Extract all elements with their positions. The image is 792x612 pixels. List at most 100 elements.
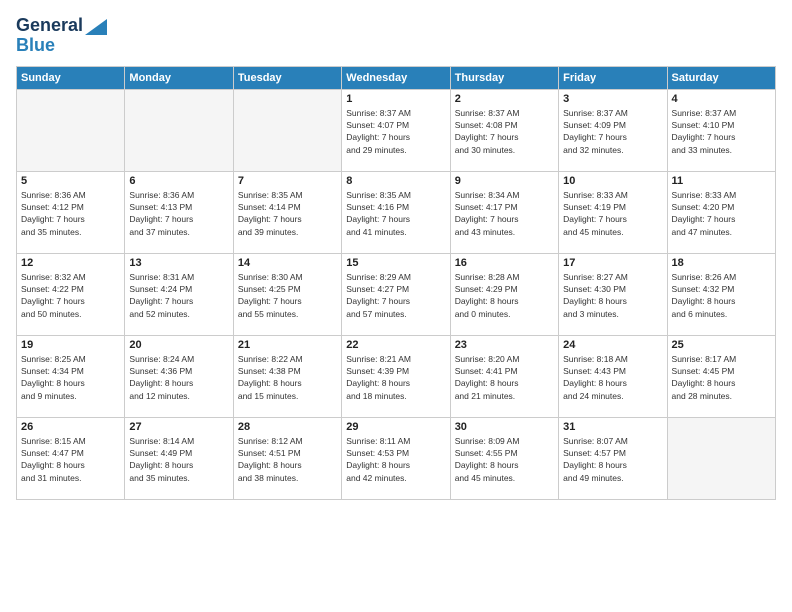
calendar-cell — [125, 89, 233, 171]
day-info: Sunrise: 8:26 AM Sunset: 4:32 PM Dayligh… — [672, 271, 771, 320]
day-number: 9 — [455, 175, 554, 187]
calendar-cell: 24 Sunrise: 8:18 AM Sunset: 4:43 PM Dayli… — [559, 335, 667, 417]
calendar-cell: 15 Sunrise: 8:29 AM Sunset: 4:27 PM Dayli… — [342, 253, 450, 335]
day-info: Sunrise: 8:37 AM Sunset: 4:08 PM Dayligh… — [455, 107, 554, 156]
calendar-cell: 1 Sunrise: 8:37 AM Sunset: 4:07 PM Daylig… — [342, 89, 450, 171]
calendar-cell: 26 Sunrise: 8:15 AM Sunset: 4:47 PM Dayli… — [17, 417, 125, 499]
day-info: Sunrise: 8:36 AM Sunset: 4:12 PM Dayligh… — [21, 189, 120, 238]
calendar-cell: 17 Sunrise: 8:27 AM Sunset: 4:30 PM Dayli… — [559, 253, 667, 335]
calendar-cell: 23 Sunrise: 8:20 AM Sunset: 4:41 PM Dayli… — [450, 335, 558, 417]
day-number: 15 — [346, 257, 445, 269]
calendar-week-row: 12 Sunrise: 8:32 AM Sunset: 4:22 PM Dayli… — [17, 253, 776, 335]
day-info: Sunrise: 8:07 AM Sunset: 4:57 PM Dayligh… — [563, 435, 662, 484]
calendar-cell: 2Sunrise: 8:37 AM Sunset: 4:08 PM Daylig… — [450, 89, 558, 171]
day-info: Sunrise: 8:30 AM Sunset: 4:25 PM Dayligh… — [238, 271, 337, 320]
day-number: 31 — [563, 421, 662, 433]
calendar-cell: 16 Sunrise: 8:28 AM Sunset: 4:29 PM Dayli… — [450, 253, 558, 335]
day-info: Sunrise: 8:25 AM Sunset: 4:34 PM Dayligh… — [21, 353, 120, 402]
day-number: 27 — [129, 421, 228, 433]
day-info: Sunrise: 8:32 AM Sunset: 4:22 PM Dayligh… — [21, 271, 120, 320]
logo: General Blue — [16, 16, 107, 56]
calendar-cell: 30 Sunrise: 8:09 AM Sunset: 4:55 PM Dayli… — [450, 417, 558, 499]
calendar-cell: 13Sunrise: 8:31 AM Sunset: 4:24 PM Dayli… — [125, 253, 233, 335]
calendar-cell: 20Sunrise: 8:24 AM Sunset: 4:36 PM Dayli… — [125, 335, 233, 417]
weekday-header-friday: Friday — [559, 66, 667, 89]
day-info: Sunrise: 8:18 AM Sunset: 4:43 PM Dayligh… — [563, 353, 662, 402]
calendar-cell — [667, 417, 775, 499]
calendar-cell: 11 Sunrise: 8:33 AM Sunset: 4:20 PM Dayli… — [667, 171, 775, 253]
logo-general: General — [16, 16, 83, 36]
page: General Blue SundayMondayTuesdayWednesda… — [0, 0, 792, 612]
day-number: 10 — [563, 175, 662, 187]
day-info: Sunrise: 8:35 AM Sunset: 4:14 PM Dayligh… — [238, 189, 337, 238]
day-info: Sunrise: 8:37 AM Sunset: 4:07 PM Dayligh… — [346, 107, 445, 156]
day-number: 6 — [129, 175, 228, 187]
day-info: Sunrise: 8:33 AM Sunset: 4:20 PM Dayligh… — [672, 189, 771, 238]
day-number: 4 — [672, 93, 771, 105]
calendar-cell: 29Sunrise: 8:11 AM Sunset: 4:53 PM Dayli… — [342, 417, 450, 499]
day-info: Sunrise: 8:29 AM Sunset: 4:27 PM Dayligh… — [346, 271, 445, 320]
day-number: 23 — [455, 339, 554, 351]
calendar-cell: 4Sunrise: 8:37 AM Sunset: 4:10 PM Daylig… — [667, 89, 775, 171]
calendar-cell: 7Sunrise: 8:35 AM Sunset: 4:14 PM Daylig… — [233, 171, 341, 253]
calendar-cell: 18 Sunrise: 8:26 AM Sunset: 4:32 PM Dayli… — [667, 253, 775, 335]
logo-arrow-icon — [85, 19, 107, 35]
day-info: Sunrise: 8:27 AM Sunset: 4:30 PM Dayligh… — [563, 271, 662, 320]
calendar-cell: 8 Sunrise: 8:35 AM Sunset: 4:16 PM Daylig… — [342, 171, 450, 253]
calendar-week-row: 19 Sunrise: 8:25 AM Sunset: 4:34 PM Dayli… — [17, 335, 776, 417]
day-number: 5 — [21, 175, 120, 187]
day-info: Sunrise: 8:31 AM Sunset: 4:24 PM Dayligh… — [129, 271, 228, 320]
day-info: Sunrise: 8:28 AM Sunset: 4:29 PM Dayligh… — [455, 271, 554, 320]
day-number: 17 — [563, 257, 662, 269]
calendar-cell — [233, 89, 341, 171]
calendar-week-row: 5 Sunrise: 8:36 AM Sunset: 4:12 PM Daylig… — [17, 171, 776, 253]
weekday-header-wednesday: Wednesday — [342, 66, 450, 89]
calendar-cell: 3Sunrise: 8:37 AM Sunset: 4:09 PM Daylig… — [559, 89, 667, 171]
weekday-header-thursday: Thursday — [450, 66, 558, 89]
day-info: Sunrise: 8:20 AM Sunset: 4:41 PM Dayligh… — [455, 353, 554, 402]
day-number: 25 — [672, 339, 771, 351]
day-number: 30 — [455, 421, 554, 433]
day-info: Sunrise: 8:14 AM Sunset: 4:49 PM Dayligh… — [129, 435, 228, 484]
day-number: 14 — [238, 257, 337, 269]
day-number: 24 — [563, 339, 662, 351]
day-number: 28 — [238, 421, 337, 433]
day-info: Sunrise: 8:15 AM Sunset: 4:47 PM Dayligh… — [21, 435, 120, 484]
day-number: 22 — [346, 339, 445, 351]
weekday-header-monday: Monday — [125, 66, 233, 89]
calendar-cell: 19 Sunrise: 8:25 AM Sunset: 4:34 PM Dayli… — [17, 335, 125, 417]
day-number: 1 — [346, 93, 445, 105]
calendar-cell — [17, 89, 125, 171]
weekday-header-saturday: Saturday — [667, 66, 775, 89]
header: General Blue — [16, 16, 776, 56]
day-number: 12 — [21, 257, 120, 269]
day-number: 19 — [21, 339, 120, 351]
calendar-week-row: 26 Sunrise: 8:15 AM Sunset: 4:47 PM Dayli… — [17, 417, 776, 499]
calendar-cell: 21Sunrise: 8:22 AM Sunset: 4:38 PM Dayli… — [233, 335, 341, 417]
weekday-header-row: SundayMondayTuesdayWednesdayThursdayFrid… — [17, 66, 776, 89]
day-info: Sunrise: 8:35 AM Sunset: 4:16 PM Dayligh… — [346, 189, 445, 238]
day-number: 18 — [672, 257, 771, 269]
day-info: Sunrise: 8:34 AM Sunset: 4:17 PM Dayligh… — [455, 189, 554, 238]
weekday-header-tuesday: Tuesday — [233, 66, 341, 89]
calendar-cell: 31 Sunrise: 8:07 AM Sunset: 4:57 PM Dayli… — [559, 417, 667, 499]
day-info: Sunrise: 8:37 AM Sunset: 4:09 PM Dayligh… — [563, 107, 662, 156]
day-number: 8 — [346, 175, 445, 187]
calendar-week-row: 1 Sunrise: 8:37 AM Sunset: 4:07 PM Daylig… — [17, 89, 776, 171]
day-info: Sunrise: 8:17 AM Sunset: 4:45 PM Dayligh… — [672, 353, 771, 402]
day-number: 11 — [672, 175, 771, 187]
day-info: Sunrise: 8:09 AM Sunset: 4:55 PM Dayligh… — [455, 435, 554, 484]
calendar-cell: 9 Sunrise: 8:34 AM Sunset: 4:17 PM Daylig… — [450, 171, 558, 253]
day-number: 20 — [129, 339, 228, 351]
calendar-cell: 14 Sunrise: 8:30 AM Sunset: 4:25 PM Dayli… — [233, 253, 341, 335]
calendar-cell: 5 Sunrise: 8:36 AM Sunset: 4:12 PM Daylig… — [17, 171, 125, 253]
day-number: 16 — [455, 257, 554, 269]
calendar-cell: 22 Sunrise: 8:21 AM Sunset: 4:39 PM Dayli… — [342, 335, 450, 417]
calendar-cell: 25 Sunrise: 8:17 AM Sunset: 4:45 PM Dayli… — [667, 335, 775, 417]
logo-blue: Blue — [16, 36, 55, 56]
day-info: Sunrise: 8:21 AM Sunset: 4:39 PM Dayligh… — [346, 353, 445, 402]
calendar-cell: 12 Sunrise: 8:32 AM Sunset: 4:22 PM Dayli… — [17, 253, 125, 335]
day-number: 26 — [21, 421, 120, 433]
day-info: Sunrise: 8:22 AM Sunset: 4:38 PM Dayligh… — [238, 353, 337, 402]
day-info: Sunrise: 8:36 AM Sunset: 4:13 PM Dayligh… — [129, 189, 228, 238]
